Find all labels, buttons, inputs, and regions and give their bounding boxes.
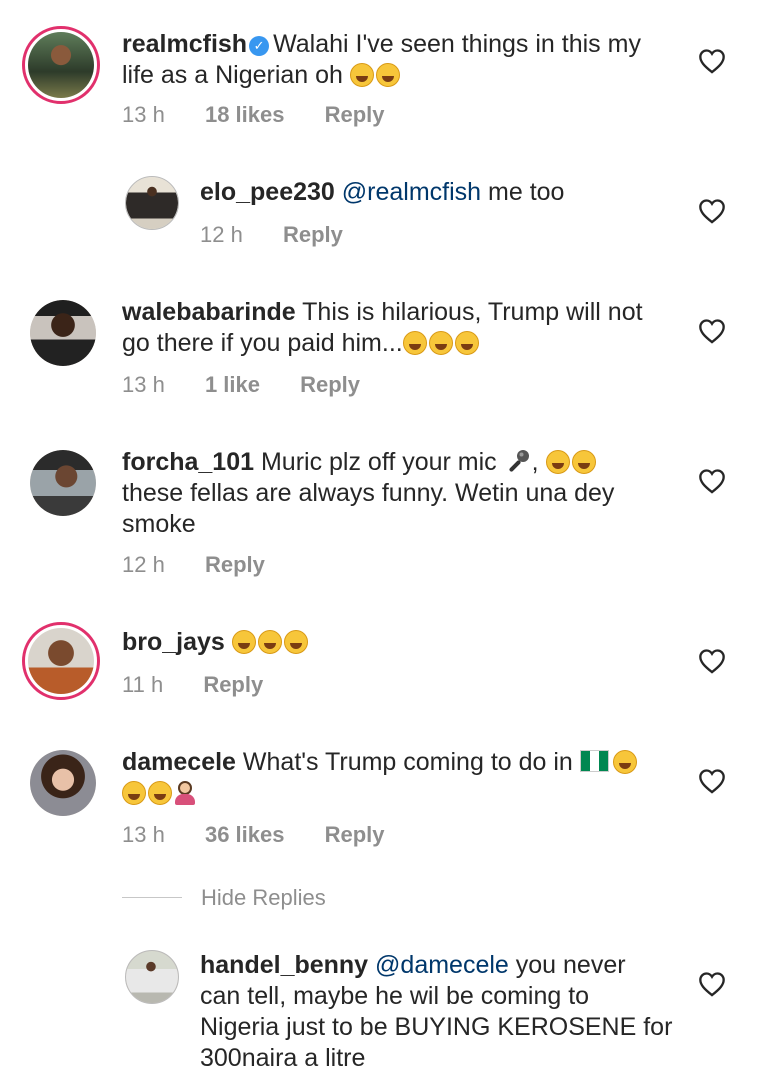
- comment-text-line2: can tell, maybe he wil be coming to: [200, 982, 590, 1010]
- reply-button[interactable]: Reply: [283, 222, 343, 247]
- comment-username[interactable]: realmcfish: [122, 30, 247, 58]
- comment-text: Walahi I've seen things in this my: [273, 30, 641, 58]
- comment-username[interactable]: bro_jays: [122, 628, 225, 656]
- reply-button[interactable]: Reply: [325, 822, 385, 847]
- comment-text-line2: these fellas are always funny. Wetin una…: [122, 479, 615, 507]
- reply-button[interactable]: Reply: [325, 102, 385, 127]
- nigeria-flag-emoji: [579, 750, 609, 772]
- hide-replies-button[interactable]: Hide Replies: [201, 885, 326, 911]
- tears-of-joy-emoji: [349, 63, 374, 87]
- comment-username[interactable]: walebabarinde: [122, 298, 296, 326]
- reply-button[interactable]: Reply: [300, 372, 360, 397]
- replies-divider: [122, 897, 182, 898]
- comment-timestamp: 12 h: [122, 552, 165, 577]
- comment-timestamp: 13 h: [122, 822, 165, 847]
- avatar[interactable]: [125, 176, 179, 230]
- comment-username[interactable]: handel_benny: [200, 951, 368, 979]
- microphone-emoji: [509, 450, 529, 472]
- laughing-emoji: [283, 630, 308, 654]
- likes-count[interactable]: 36 likes: [205, 822, 285, 847]
- reply-button[interactable]: Reply: [203, 672, 263, 697]
- comment-username[interactable]: forcha_101: [122, 448, 254, 476]
- comment-timestamp: 13 h: [122, 372, 165, 397]
- comment-text: Muric plz off your mic: [254, 448, 497, 476]
- laughing-emoji: [428, 331, 453, 355]
- laughing-emoji: [571, 450, 596, 474]
- comment-username[interactable]: elo_pee230: [200, 178, 335, 206]
- tears-of-joy-emoji: [375, 63, 400, 87]
- facepalm-emoji: [174, 781, 196, 805]
- avatar[interactable]: [125, 950, 179, 1004]
- heart-outline-icon[interactable]: [698, 648, 726, 674]
- likes-count[interactable]: 18 likes: [205, 102, 285, 127]
- comment-timestamp: 11 h: [122, 672, 164, 697]
- laughing-emoji: [612, 750, 637, 774]
- comment-text-line2: life as a Nigerian oh: [122, 61, 343, 89]
- comment-text-line3: smoke: [122, 510, 196, 538]
- avatar[interactable]: [22, 622, 100, 700]
- verified-badge-icon: ✓: [249, 36, 270, 56]
- comment-text-line4: 300naira a litre: [200, 1044, 366, 1072]
- mention-link[interactable]: @damecele: [375, 951, 509, 979]
- avatar[interactable]: [30, 750, 96, 816]
- laughing-emoji: [257, 630, 282, 654]
- reply-button[interactable]: Reply: [205, 552, 265, 577]
- comment-username[interactable]: damecele: [122, 748, 236, 776]
- laughing-emoji: [402, 331, 427, 355]
- laughing-emoji: [545, 450, 570, 474]
- heart-outline-icon[interactable]: [698, 468, 726, 494]
- laughing-emoji: [454, 331, 479, 355]
- comment-text: you never: [508, 951, 626, 979]
- tears-of-joy-emoji: [122, 781, 146, 805]
- comment-timestamp: 12 h: [200, 222, 243, 247]
- avatar[interactable]: [30, 450, 96, 516]
- avatar[interactable]: [30, 300, 96, 366]
- avatar[interactable]: [22, 26, 100, 104]
- tears-of-joy-emoji: [148, 781, 172, 805]
- comment-text: This is hilarious, Trump will not: [295, 298, 643, 326]
- heart-outline-icon[interactable]: [698, 768, 726, 794]
- comment-timestamp: 13 h: [122, 102, 165, 127]
- likes-count[interactable]: 1 like: [205, 372, 260, 397]
- comment-text: What's Trump coming to do in: [235, 748, 573, 776]
- heart-outline-icon[interactable]: [698, 198, 726, 224]
- comment-text: me too: [481, 178, 565, 206]
- mention-link[interactable]: @realmcfish: [342, 178, 481, 206]
- laughing-emoji: [231, 630, 256, 654]
- heart-outline-icon[interactable]: [698, 971, 726, 997]
- comment-text-line3: Nigeria just to be BUYING KEROSENE for: [200, 1013, 673, 1041]
- heart-outline-icon[interactable]: [698, 318, 726, 344]
- heart-outline-icon[interactable]: [698, 48, 726, 74]
- comment-text-line2: go there if you paid him...: [122, 329, 403, 357]
